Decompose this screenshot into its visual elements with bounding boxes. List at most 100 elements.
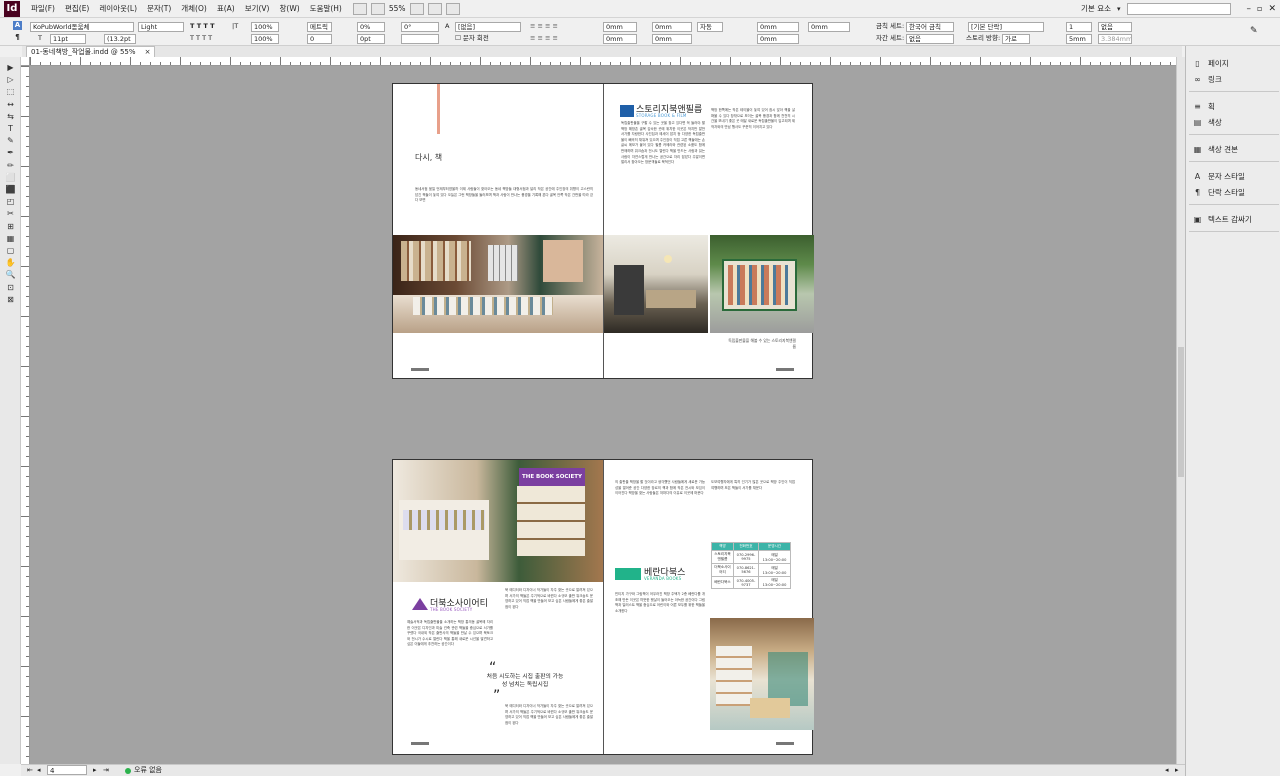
last-indent-field[interactable]: 0mm [652, 34, 692, 44]
screen-mode-icon[interactable] [427, 2, 442, 15]
stock-icon[interactable] [370, 2, 385, 15]
panel-item[interactable]: A 문자 스타일 [1189, 169, 1279, 183]
scroll-right-icon[interactable]: ▸ [1175, 765, 1179, 776]
left-indent-field[interactable]: 0mm [603, 22, 637, 32]
preflight-text[interactable]: 오류 없음 [134, 765, 162, 776]
tool-icon[interactable]: T [5, 124, 16, 134]
space-after-field[interactable]: 0mm [757, 34, 799, 44]
character-mode-icon[interactable]: A [13, 21, 22, 30]
text-format-icon[interactable]: T T T T [190, 33, 212, 43]
tool-icon[interactable]: ✂ [5, 209, 16, 219]
maximize-icon[interactable]: ▫ [1257, 4, 1262, 13]
vertical-scrollbar[interactable] [1176, 57, 1185, 764]
bookstore-photo-2[interactable] [604, 235, 708, 333]
menu-item[interactable]: 문자(T) [142, 0, 176, 18]
vertical-ruler[interactable] [21, 66, 30, 764]
spread-2[interactable]: THE BOOK SOCIETY 더북소사이어티 THE BOOK SOCIET… [392, 459, 814, 755]
tool-icon[interactable]: ⊠ [5, 295, 16, 305]
menu-item[interactable]: 창(W) [275, 0, 305, 18]
paragraph-style-select[interactable]: [기본 단락] [968, 22, 1044, 32]
menu-item[interactable]: 레이아웃(L) [94, 0, 142, 18]
panel-item[interactable]: ∞ 링크 [1189, 72, 1279, 86]
tool-icon[interactable]: ▷ [5, 75, 16, 85]
bookstore-photo-3[interactable] [710, 235, 814, 333]
page-nav-first-icon[interactable]: ⇤ [27, 765, 33, 776]
text-styles-icon[interactable]: T T T T [190, 21, 215, 31]
baseline-field[interactable]: 0pt [357, 34, 385, 44]
columns-field[interactable]: 1 [1066, 22, 1092, 32]
tool-icon[interactable]: ⊡ [5, 283, 16, 293]
bridge-icon[interactable] [352, 2, 367, 15]
page-nav-next-icon[interactable]: ▸ [93, 765, 97, 776]
tool-icon[interactable]: ▢ [5, 246, 16, 256]
menu-item[interactable]: 개체(O) [176, 0, 212, 18]
extra-field-1[interactable]: 0mm [808, 22, 850, 32]
skew-field[interactable]: 0° [401, 22, 439, 32]
font-style-select[interactable]: Light [138, 22, 184, 32]
vertical-scale-field[interactable]: 100% [251, 22, 279, 32]
document-tab[interactable]: 01-동네책방_작업물.indd @ 55% × [26, 46, 155, 57]
scroll-thumb[interactable] [1178, 347, 1184, 477]
panel-item[interactable]: ▦ 색상 견본 [1189, 142, 1279, 156]
tool-icon[interactable]: ⬚ [5, 87, 16, 97]
font-size-field[interactable]: 11pt [50, 34, 86, 44]
kinsoku-select[interactable]: 한국어 금칙 [906, 22, 954, 32]
panel-item[interactable]: ▤ 색상 [1189, 115, 1279, 129]
tool-icon[interactable]: ⇆ [5, 112, 16, 122]
ruler-origin[interactable] [21, 57, 30, 66]
horizontal-scale-field[interactable]: 100% [251, 34, 279, 44]
panel-menu-icon[interactable]: ✎ [1250, 26, 1258, 36]
auto-field[interactable]: 자동 [697, 22, 723, 32]
menu-item[interactable]: 보기(V) [240, 0, 275, 18]
tool-icon[interactable]: ✎ [5, 136, 16, 146]
minimize-icon[interactable]: – [1247, 4, 1252, 14]
char-rotate-checkbox[interactable]: ☐ 문자 회전 [455, 33, 489, 43]
bookstore-photo-1[interactable] [393, 235, 603, 333]
view-options-icon[interactable] [409, 2, 424, 15]
panel-item[interactable]: ▯ 페이지 [1189, 56, 1279, 70]
width-field[interactable]: 3.384mm [1098, 34, 1132, 44]
search-input[interactable] [1126, 2, 1231, 15]
tool-icon[interactable]: 🔍 [5, 270, 16, 280]
align-buttons-bottom[interactable]: ≡ ≡ ≡ ≡ [530, 33, 558, 43]
menu-item[interactable]: 표(A) [212, 0, 240, 18]
paragraph-mode-icon[interactable]: ¶ [13, 33, 22, 42]
skew-field-2[interactable] [401, 34, 439, 44]
tool-icon[interactable]: ◰ [5, 197, 16, 207]
tab-close-icon[interactable]: × [145, 47, 151, 57]
none-select[interactable]: 없음 [1098, 22, 1132, 32]
kerning-field[interactable]: 메트릭 [307, 22, 332, 32]
menu-item[interactable]: 파일(F) [26, 0, 60, 18]
tool-icon[interactable]: ↔ [5, 100, 16, 110]
panel-item[interactable]: ≡ 획 [1189, 99, 1279, 113]
arrange-docs-icon[interactable] [445, 2, 460, 15]
tool-icon[interactable]: ✒ [5, 148, 16, 158]
space-before-field[interactable]: 0mm [757, 22, 799, 32]
tool-icon[interactable]: ▦ [5, 234, 16, 244]
panel-item[interactable]: ▣ 텍스트 감싸기 [1189, 212, 1279, 226]
align-buttons-top[interactable]: ≡ ≡ ≡ ≡ [530, 21, 558, 31]
bookstore-photo-5[interactable] [710, 618, 814, 730]
mojikumi-select[interactable]: 없음 [906, 34, 954, 44]
tracking-field[interactable]: 0 [307, 34, 332, 44]
close-icon[interactable]: ✕ [1268, 4, 1276, 14]
tool-icon[interactable]: ▶ [5, 63, 16, 73]
gutter-field[interactable]: 5mm [1066, 34, 1092, 44]
spread-1[interactable]: 다시, 책 동네서점 붐일 언제부터였을까 이제 사람들이 찾아오는 동네 책방… [392, 83, 814, 379]
story-direction-select[interactable]: 가로 [1002, 34, 1030, 44]
tsume-field[interactable]: 0% [357, 22, 385, 32]
workspace-switcher[interactable]: 기본 요소 [1081, 3, 1111, 14]
first-indent-field[interactable]: 0mm [603, 34, 637, 44]
menu-item[interactable]: 편집(E) [60, 0, 94, 18]
horizontal-ruler[interactable] [30, 57, 1176, 66]
tool-icon[interactable]: ⬛ [5, 185, 16, 195]
page-nav-last-icon[interactable]: ⇥ [103, 765, 109, 776]
tool-icon[interactable]: ✏ [5, 161, 16, 171]
panel-item[interactable]: ¶ 단락 스타일 [1189, 185, 1279, 199]
scroll-left-icon[interactable]: ◂ [1165, 765, 1169, 776]
font-family-select[interactable]: KoPubWorld돋움체 [30, 22, 134, 32]
pasteboard[interactable]: 다시, 책 동네서점 붐일 언제부터였을까 이제 사람들이 찾아오는 동네 책방… [30, 66, 1176, 764]
zoom-level[interactable]: 55% [389, 4, 406, 13]
page-field[interactable]: 4 [47, 765, 87, 775]
page-nav-prev-icon[interactable]: ◂ [37, 765, 41, 776]
